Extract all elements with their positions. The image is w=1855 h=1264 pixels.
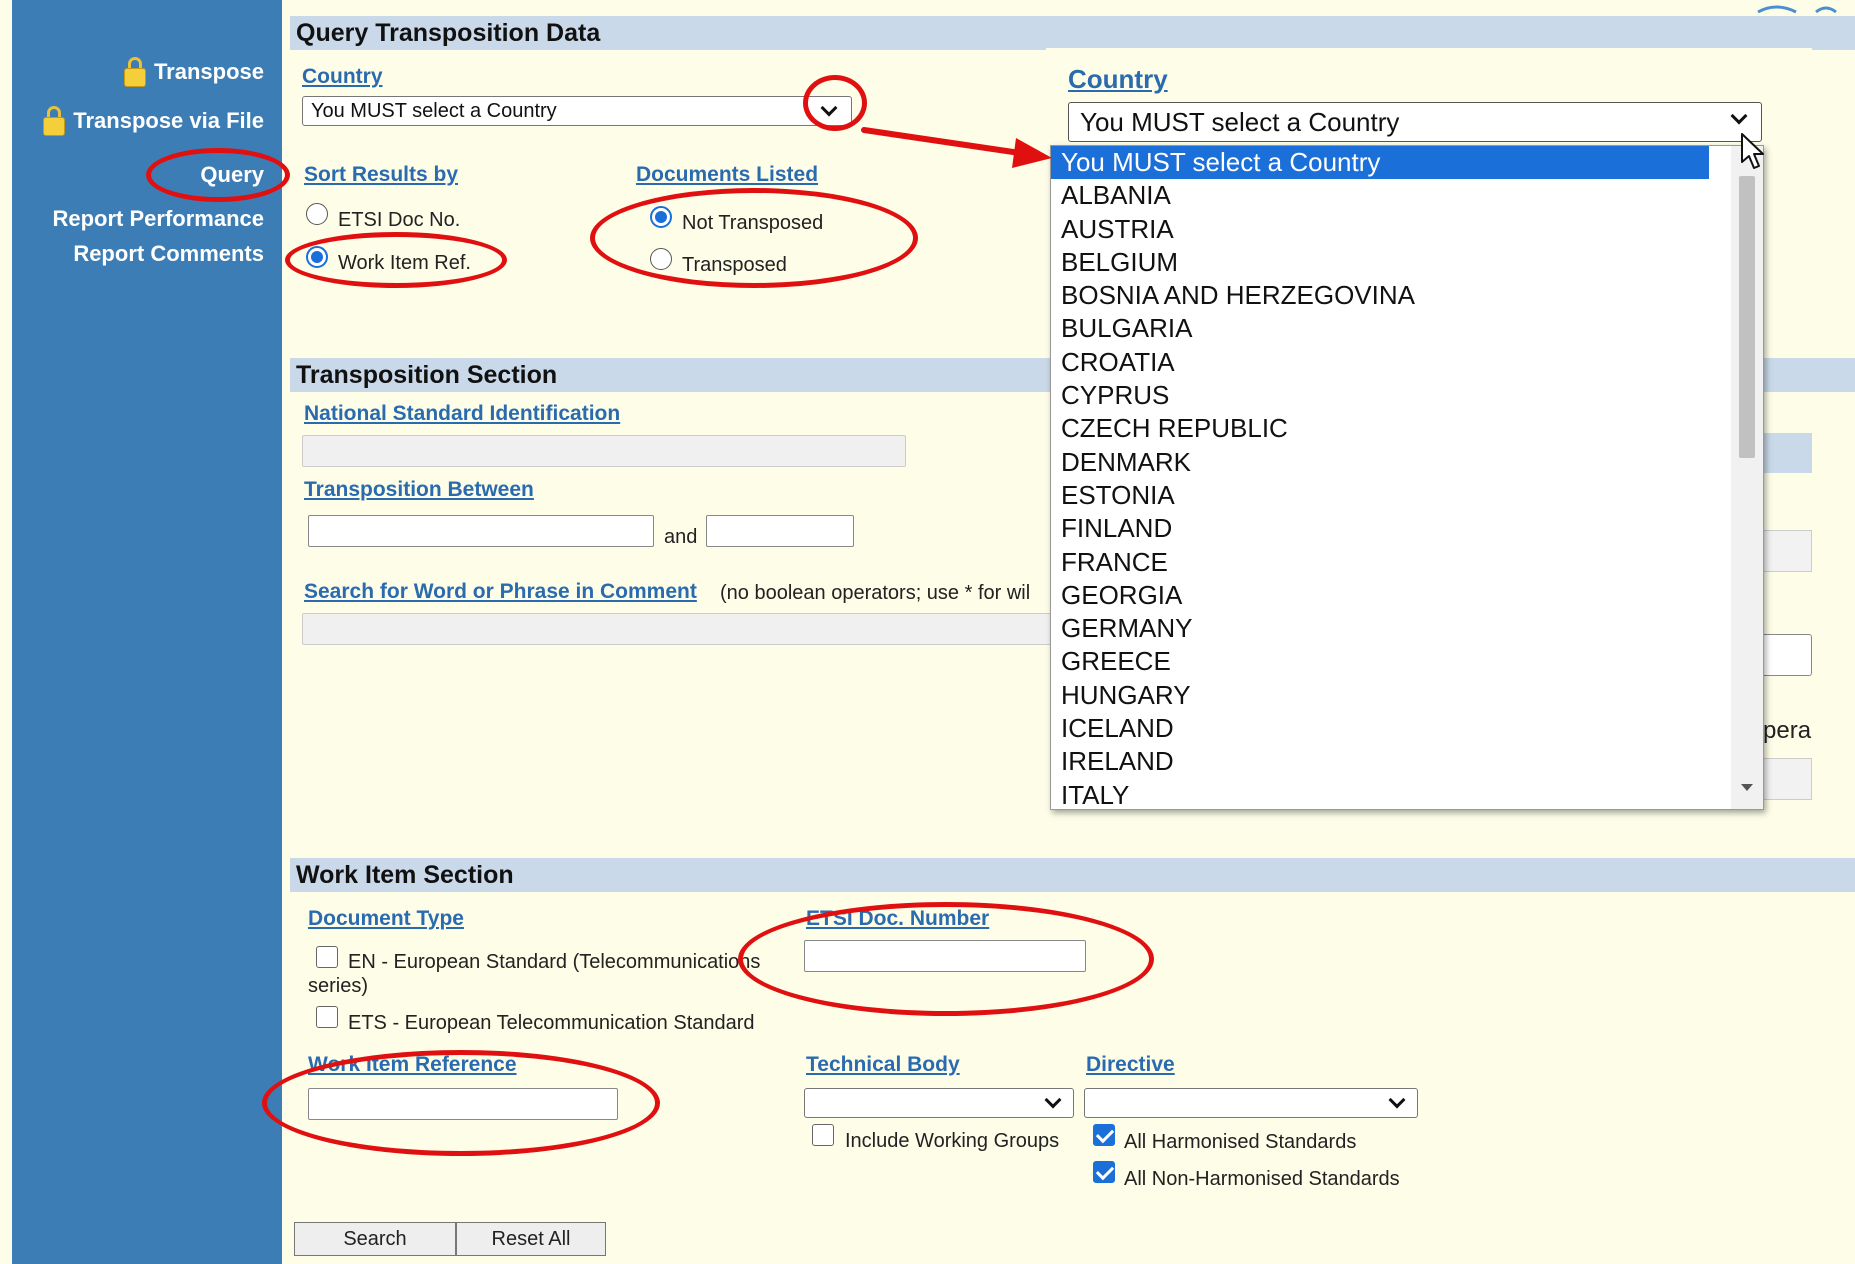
country-option[interactable]: ESTONIA: [1051, 479, 1709, 512]
annotation-ring-documents-listed: [590, 188, 918, 288]
annotation-ring-country-chevron: [803, 75, 867, 131]
country-option-selected[interactable]: You MUST select a Country: [1051, 146, 1709, 180]
country-option[interactable]: DENMARK: [1051, 446, 1709, 479]
all-harmonised-checkbox[interactable]: [1093, 1124, 1115, 1146]
country-option[interactable]: ITALY: [1051, 779, 1709, 809]
country-option[interactable]: BULGARIA: [1051, 312, 1709, 345]
doc-type-en-label: EN - European Standard (Telecommunicatio…: [308, 951, 761, 997]
mouse-cursor-icon: [1741, 133, 1764, 169]
national-standard-input[interactable]: [302, 435, 906, 467]
and-label: and: [664, 526, 698, 548]
hidden-input: [1760, 530, 1812, 572]
transposition-to-input[interactable]: [706, 515, 854, 547]
include-working-groups-label: Include Working Groups: [845, 1130, 1060, 1152]
hidden-input: [1760, 634, 1812, 676]
sidebar-item-label: Report Comments: [73, 241, 264, 266]
country-option[interactable]: CROATIA: [1051, 346, 1709, 379]
search-comment-label[interactable]: Search for Word or Phrase in Comment: [304, 580, 697, 604]
sidebar-item-label: Transpose: [153, 59, 264, 84]
chevron-down-icon: [1044, 1091, 1062, 1109]
documents-listed-label[interactable]: Documents Listed: [636, 163, 818, 187]
country-option[interactable]: ICELAND: [1051, 712, 1709, 745]
sidebar-item-report-comments[interactable]: Report Comments: [73, 241, 264, 267]
directive-label[interactable]: Directive: [1086, 1053, 1175, 1077]
logo-fragment-icon: [1757, 5, 1837, 14]
lock-icon: [123, 57, 146, 87]
include-working-groups-checkbox[interactable]: [812, 1124, 834, 1146]
country-option[interactable]: BELGIUM: [1051, 246, 1709, 279]
all-non-harmonised-checkbox[interactable]: [1093, 1161, 1115, 1183]
arrow-annotation-icon: [861, 127, 1052, 168]
country-option[interactable]: ALBANIA: [1051, 179, 1709, 212]
national-standard-label[interactable]: National Standard Identification: [304, 402, 620, 426]
annotation-ring-etsi-doc: [738, 902, 1154, 1016]
country-option[interactable]: CZECH REPUBLIC: [1051, 412, 1709, 445]
country-dropdown-list[interactable]: You MUST select a Country ALBANIA AUSTRIA B…: [1050, 145, 1764, 810]
search-comment-hint: (no boolean operators; use * for wil: [720, 582, 1031, 604]
doc-type-ets-checkbox[interactable]: [316, 1006, 338, 1028]
country-label[interactable]: Country: [302, 65, 383, 89]
technical-body-label[interactable]: Technical Body: [806, 1053, 960, 1077]
annotation-ring-work-item-reference: [262, 1050, 660, 1156]
country-option[interactable]: IRELAND: [1051, 745, 1709, 778]
hidden-text-fragment: pera: [1763, 717, 1812, 744]
chevron-down-icon: [1388, 1091, 1406, 1109]
country-option[interactable]: CYPRUS: [1051, 379, 1709, 412]
zoom-country-select-value: You MUST select a Country: [1080, 107, 1400, 137]
sidebar-item-label: Report Performance: [52, 206, 264, 231]
doc-type-ets-label: ETS - European Telecommunication Standar…: [348, 1012, 755, 1034]
country-option[interactable]: HUNGARY: [1051, 679, 1709, 712]
document-type-label[interactable]: Document Type: [308, 907, 464, 931]
all-harmonised-label: All Harmonised Standards: [1124, 1131, 1357, 1153]
sort-results-label[interactable]: Sort Results by: [304, 163, 458, 187]
sort-etsi-doc-radio[interactable]: [306, 203, 328, 225]
directive-select[interactable]: [1084, 1088, 1418, 1118]
country-option[interactable]: GERMANY: [1051, 612, 1709, 645]
reset-all-button[interactable]: Reset All: [456, 1222, 606, 1256]
scrollbar[interactable]: [1731, 146, 1763, 809]
annotation-ring-work-item-ref: [285, 232, 507, 288]
zoom-country-label[interactable]: Country: [1068, 64, 1168, 95]
transposition-between-label[interactable]: Transposition Between: [304, 478, 534, 502]
scroll-down-icon[interactable]: [1741, 784, 1753, 791]
country-select-value: You MUST select a Country: [311, 100, 557, 122]
scrollbar-thumb[interactable]: [1739, 176, 1755, 458]
country-option[interactable]: GREECE: [1051, 645, 1709, 678]
work-item-section-header: Work Item Section: [290, 858, 1855, 892]
chevron-down-icon: [1730, 107, 1748, 125]
sort-etsi-doc-label: ETSI Doc No.: [338, 209, 461, 231]
country-select[interactable]: You MUST select a Country: [302, 96, 852, 126]
sidebar-item-transpose-via-file[interactable]: Transpose via File: [43, 106, 264, 136]
all-non-harmonised-label: All Non-Harmonised Standards: [1124, 1168, 1400, 1190]
country-option[interactable]: FRANCE: [1051, 546, 1709, 579]
lock-icon: [43, 106, 66, 136]
annotation-ring-query: [146, 148, 290, 202]
country-option[interactable]: AUSTRIA: [1051, 213, 1709, 246]
search-button[interactable]: Search: [294, 1222, 456, 1256]
query-section-header: Query Transposition Data: [290, 16, 1855, 50]
technical-body-select[interactable]: [804, 1088, 1074, 1118]
zoom-country-select[interactable]: You MUST select a Country: [1068, 102, 1762, 142]
country-option[interactable]: FINLAND: [1051, 512, 1709, 545]
sidebar-item-report-performance[interactable]: Report Performance: [52, 206, 264, 232]
country-option[interactable]: BOSNIA AND HERZEGOVINA: [1051, 279, 1709, 312]
country-option[interactable]: GEORGIA: [1051, 579, 1709, 612]
sidebar-item-transpose[interactable]: Transpose: [123, 57, 264, 87]
sidebar-item-label: Transpose via File: [73, 108, 264, 133]
search-comment-input[interactable]: [302, 613, 1062, 645]
hidden-input: [1760, 758, 1812, 800]
transposition-from-input[interactable]: [308, 515, 654, 547]
country-options: You MUST select a Country ALBANIA AUSTRIA B…: [1051, 146, 1709, 809]
